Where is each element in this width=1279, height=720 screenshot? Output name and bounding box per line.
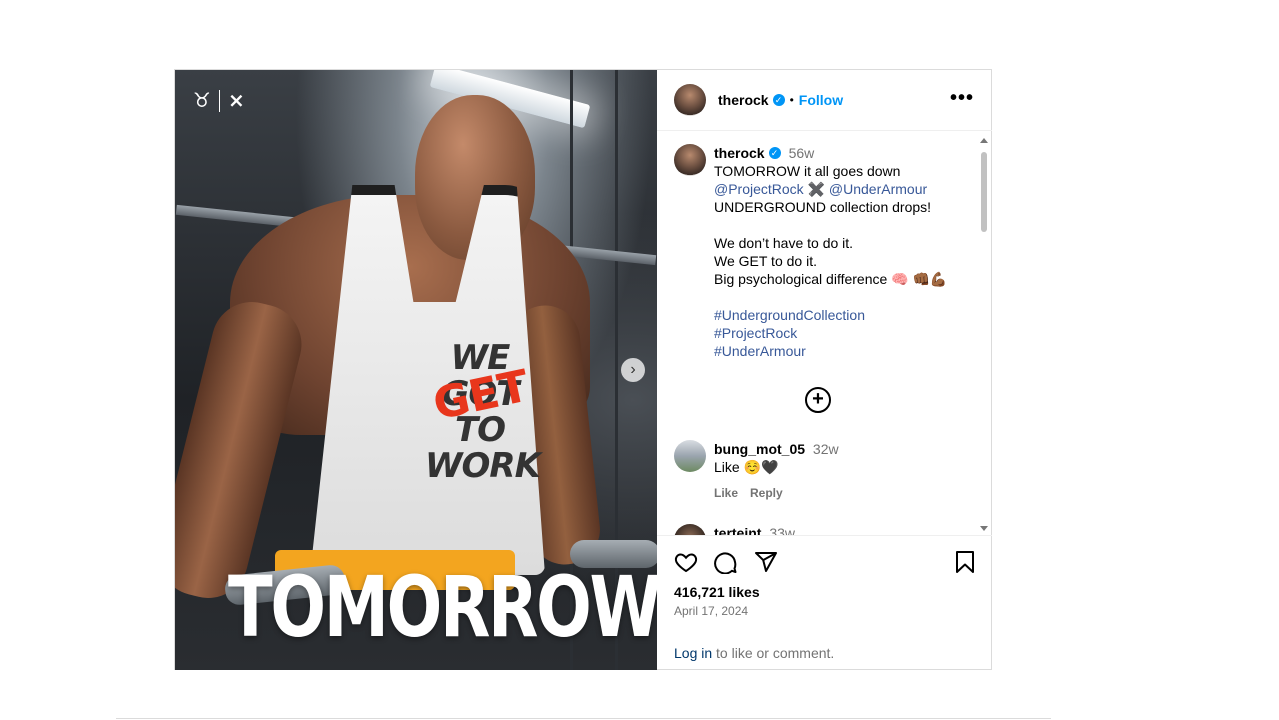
avatar[interactable] <box>674 84 706 116</box>
caption: therock ✓ 56w TOMORROW it all goes down … <box>674 144 974 360</box>
scroll-down-icon[interactable] <box>980 526 988 531</box>
separator-dot: • <box>789 93 794 107</box>
overlay-text: TOMORROW <box>228 558 657 656</box>
avatar[interactable] <box>674 524 706 535</box>
comments-scrollbar[interactable] <box>978 136 990 531</box>
comments-list[interactable]: therock ✓ 56w TOMORROW it all goes down … <box>657 132 992 535</box>
comment-time[interactable]: 33w <box>769 525 795 535</box>
logo-divider <box>218 89 220 112</box>
comment-like-button[interactable]: Like <box>714 484 738 502</box>
underarmour-logo-icon: ⨯ <box>227 90 245 112</box>
caption-line: We GET to do it. <box>714 253 817 269</box>
avatar[interactable] <box>674 144 706 176</box>
brand-logos: ♉ ⨯ <box>193 88 245 113</box>
post-image[interactable]: WE GOT TO WORK GET ♉ ⨯ TOMORROW › <box>175 70 657 670</box>
caption-line: TOMORROW it all goes down <box>714 163 901 179</box>
bull-logo-icon: ♉ <box>193 90 211 112</box>
login-prompt: Log in to like or comment. <box>674 645 834 661</box>
hashtag-link[interactable]: #ProjectRock <box>714 324 947 342</box>
comment-time[interactable]: 32w <box>813 441 839 457</box>
scroll-up-icon[interactable] <box>980 138 988 143</box>
caption-time[interactable]: 56w <box>789 144 815 162</box>
scroll-thumb[interactable] <box>981 152 987 232</box>
hashtag-link[interactable]: #UndergroundCollection <box>714 306 947 324</box>
next-image-button[interactable]: › <box>621 358 645 382</box>
cross-emoji: ✖️ <box>807 181 826 197</box>
post-side-panel: therock ✓ • Follow ••• therock ✓ 56w TOM… <box>657 70 992 670</box>
heart-icon[interactable] <box>674 550 698 574</box>
chevron-right-icon: › <box>630 361 636 378</box>
header-username[interactable]: therock <box>718 92 769 108</box>
more-options-icon[interactable]: ••• <box>950 88 974 108</box>
divider <box>116 718 1051 719</box>
mention-link[interactable]: @UnderArmour <box>829 181 927 197</box>
post-header: therock ✓ • Follow ••• <box>657 70 992 131</box>
action-icons <box>674 550 974 576</box>
share-icon[interactable] <box>754 550 778 574</box>
load-more-comments-button[interactable]: + <box>805 387 831 413</box>
verified-badge-icon: ✓ <box>772 94 785 106</box>
login-link[interactable]: Log in <box>674 645 712 661</box>
hashtag-link[interactable]: #UnderArmour <box>714 342 947 360</box>
caption-line: UNDERGROUND collection drops! <box>714 199 932 215</box>
comment-username[interactable]: bung_mot_05 <box>714 441 805 457</box>
follow-button[interactable]: Follow <box>799 92 843 108</box>
post-date[interactable]: April 17, 2024 <box>674 604 748 618</box>
caption-line: Big psychological difference 🧠 👊🏾💪🏾 <box>714 271 948 287</box>
login-prompt-text: to like or comment. <box>712 645 835 661</box>
comment-reply-button[interactable]: Reply <box>750 484 783 502</box>
post-footer: 416,721 likes April 17, 2024 Log in to l… <box>657 535 992 670</box>
mention-link[interactable]: @ProjectRock <box>714 181 804 197</box>
comment-username[interactable]: terteint <box>714 525 761 535</box>
likes-count[interactable]: 416,721 likes <box>674 584 760 600</box>
comment-icon[interactable] <box>714 550 738 574</box>
comment-text: Like ☺️🖤 <box>714 459 779 475</box>
avatar[interactable] <box>674 440 706 472</box>
post-card: WE GOT TO WORK GET ♉ ⨯ TOMORROW › theroc… <box>174 69 992 670</box>
bookmark-icon[interactable] <box>954 550 976 574</box>
comment-item: terteint 33w <box>674 524 974 535</box>
comment-item: bung_mot_05 32w Like ☺️🖤 Like Reply <box>674 440 974 502</box>
verified-badge-icon: ✓ <box>768 147 781 159</box>
caption-username[interactable]: therock <box>714 144 765 162</box>
caption-line: We don’t have to do it. <box>714 235 854 251</box>
